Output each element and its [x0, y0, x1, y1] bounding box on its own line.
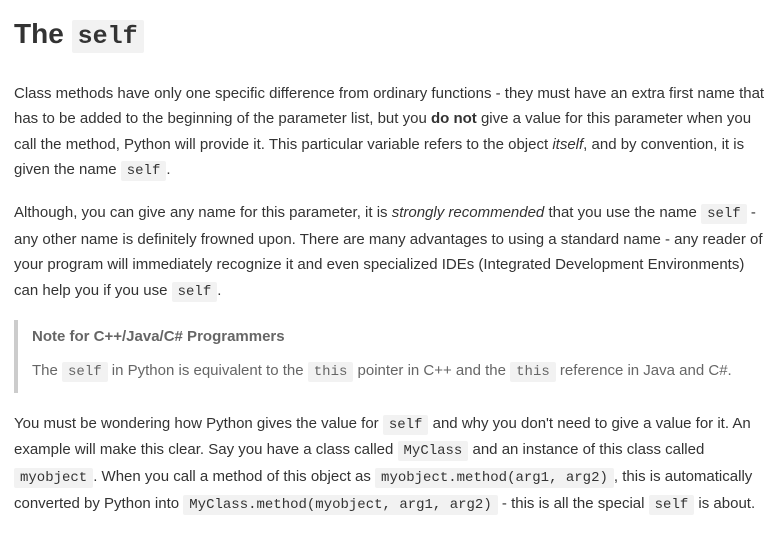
text: in Python is equivalent to the — [108, 362, 308, 379]
text: that you use the name — [544, 204, 701, 221]
inline-code: self — [62, 362, 108, 382]
inline-code: self — [172, 282, 218, 302]
inline-code: MyClass.method(myobject, arg1, arg2) — [183, 495, 497, 515]
text: The — [32, 362, 62, 379]
text: You must be wondering how Python gives t… — [14, 415, 383, 432]
inline-code: self — [121, 161, 167, 181]
inline-code: self — [701, 204, 747, 224]
page-title: The self — [14, 10, 766, 59]
text: - this is all the special — [498, 495, 649, 512]
text: and an instance of this class called — [468, 441, 704, 458]
italic-text: strongly recommended — [392, 204, 545, 221]
bold-text: do not — [431, 110, 477, 127]
note-title: Note for C++/Java/C# Programmers — [32, 324, 752, 350]
note-block: Note for C++/Java/C# Programmers The sel… — [14, 320, 766, 392]
inline-code: this — [510, 362, 556, 382]
inline-code: this — [308, 362, 354, 382]
paragraph-1: Class methods have only one specific dif… — [14, 81, 766, 184]
inline-code: myobject — [14, 468, 93, 488]
text: reference in Java and C#. — [556, 362, 732, 379]
heading-text: The — [14, 18, 72, 49]
inline-code: self — [383, 415, 429, 435]
heading-code: self — [72, 20, 144, 53]
inline-code: self — [649, 495, 695, 515]
text: Although, you can give any name for this… — [14, 204, 392, 221]
text: . — [217, 282, 221, 299]
paragraph-3: You must be wondering how Python gives t… — [14, 411, 766, 518]
italic-text: itself — [552, 136, 583, 153]
paragraph-2: Although, you can give any name for this… — [14, 200, 766, 305]
text: . When you call a method of this object … — [93, 468, 375, 485]
note-body: The self in Python is equivalent to the … — [32, 358, 752, 385]
text: pointer in C++ and the — [353, 362, 510, 379]
inline-code: MyClass — [398, 441, 469, 461]
inline-code: myobject.method(arg1, arg2) — [375, 468, 614, 488]
text: is about. — [694, 495, 755, 512]
text: . — [166, 161, 170, 178]
